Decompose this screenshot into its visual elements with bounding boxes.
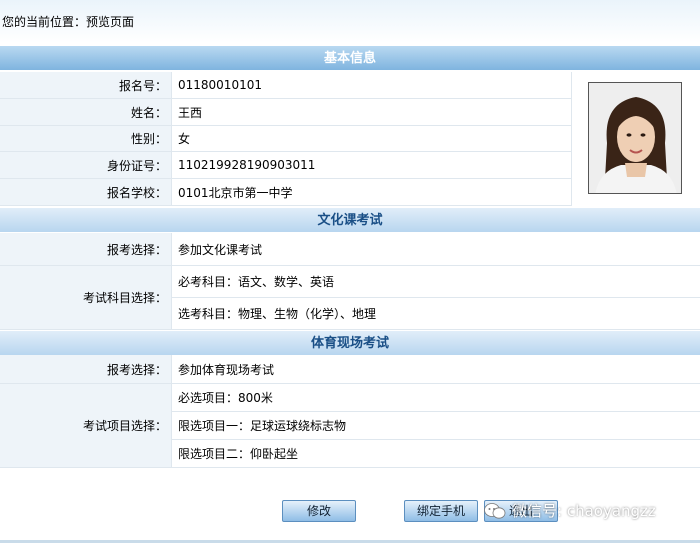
culture-subjects-label: 考试科目选择： xyxy=(0,266,172,330)
bottom-divider xyxy=(0,540,700,543)
sports-item-required: 必选项目：800米 xyxy=(172,384,700,412)
info-label: 报名学校： xyxy=(0,179,172,205)
wechat-icon xyxy=(484,502,506,519)
info-value: 110219928190903011 xyxy=(172,152,571,178)
photo-cell xyxy=(571,72,700,206)
applicant-photo xyxy=(588,82,682,194)
info-label: 性别： xyxy=(0,126,172,151)
info-value: 女 xyxy=(172,126,571,151)
info-value: 0101北京市第一中学 xyxy=(172,179,571,205)
section-header-culture: 文化课考试 xyxy=(0,208,700,232)
sports-item-elective-2: 限选项目二：仰卧起坐 xyxy=(172,440,700,468)
location-text: 您的当前位置：预览页面 xyxy=(2,15,135,29)
info-row-gender: 性别： 女 xyxy=(0,126,571,152)
sports-item-elective-1: 限选项目一：足球运球绕标志物 xyxy=(172,412,700,440)
info-row-name: 姓名： 王西 xyxy=(0,99,571,126)
bind-phone-button[interactable]: 绑定手机 xyxy=(404,500,478,522)
sports-choice-row: 报考选择： 参加体育现场考试 xyxy=(0,355,700,384)
culture-choice-value: 参加文化课考试 xyxy=(172,233,700,265)
culture-choice-label: 报考选择： xyxy=(0,233,172,265)
section-header-sports: 体育现场考试 xyxy=(0,331,700,355)
section-header-basic: 基本信息 xyxy=(0,46,700,70)
info-value: 01180010101 xyxy=(172,72,571,98)
sports-choice-label: 报考选择： xyxy=(0,355,172,383)
info-label: 身份证号： xyxy=(0,152,172,178)
location-bar: 您的当前位置：预览页面 xyxy=(0,0,700,44)
wechat-watermark: 微信号: chaoyangzz xyxy=(484,500,656,521)
info-value: 王西 xyxy=(172,99,571,125)
info-row-school: 报名学校： 0101北京市第一中学 xyxy=(0,179,571,206)
culture-required-subjects: 必考科目：语文、数学、英语 xyxy=(172,266,700,298)
sports-items-label: 考试项目选择： xyxy=(0,384,172,468)
portrait-image xyxy=(589,83,681,193)
culture-choice-row: 报考选择： 参加文化课考试 xyxy=(0,233,700,266)
edit-button[interactable]: 修改 xyxy=(282,500,356,522)
info-label: 姓名： xyxy=(0,99,172,125)
section-title-sports: 体育现场考试 xyxy=(310,336,389,351)
info-label: 报名号： xyxy=(0,72,172,98)
watermark-text: 微信号: chaoyangzz xyxy=(512,502,656,520)
info-row-id-number: 身份证号： 110219928190903011 xyxy=(0,152,571,179)
info-row-reg-no: 报名号： 01180010101 xyxy=(0,72,571,99)
section-title-basic: 基本信息 xyxy=(323,51,376,66)
culture-optional-subjects: 选考科目：物理、生物（化学）、地理 xyxy=(172,298,700,330)
sports-choice-value: 参加体育现场考试 xyxy=(172,355,700,383)
section-title-culture: 文化课考试 xyxy=(317,213,383,228)
